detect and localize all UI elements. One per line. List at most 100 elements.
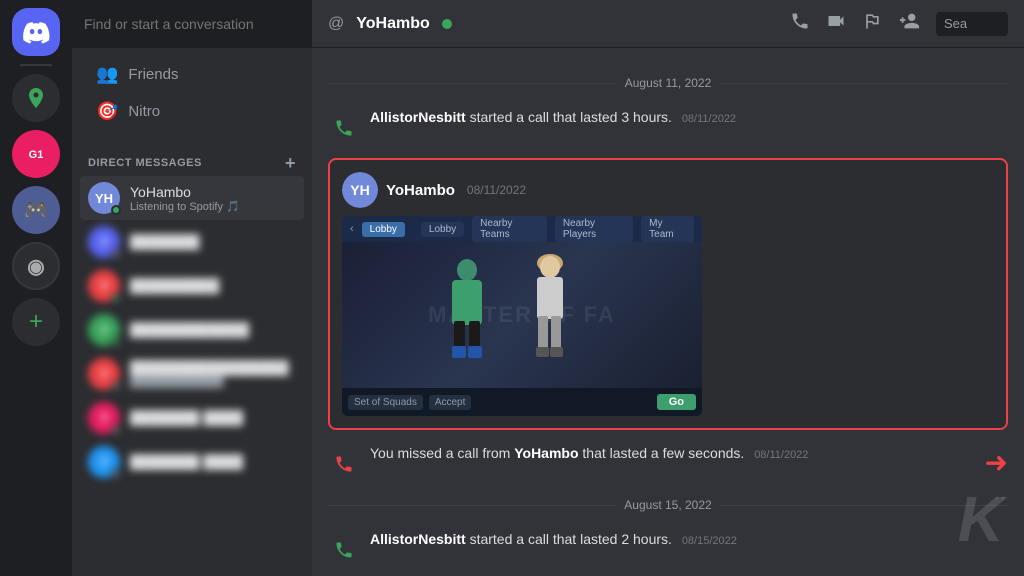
highlight-message-date: 08/11/2022 xyxy=(467,183,526,197)
friends-label: Friends xyxy=(128,66,178,83)
plus-icon: + xyxy=(29,308,43,336)
friends-icon: 👥 xyxy=(96,64,118,85)
friends-nav-item[interactable]: 👥 Friends xyxy=(80,56,304,93)
guild-avatar-3[interactable]: ◉ xyxy=(12,242,60,290)
status-dot-6 xyxy=(111,469,121,479)
call-message-2-text: AllistorNesbitt started a call that last… xyxy=(370,531,737,547)
go-button[interactable]: Go xyxy=(657,394,696,410)
search-label: Sea xyxy=(944,16,967,31)
call-icon-msg1 xyxy=(328,112,360,144)
missed-call-row: You missed a call from YoHambo that last… xyxy=(328,442,1008,482)
dm-name-blurred-2: █████████ xyxy=(130,278,296,294)
character-1 xyxy=(440,258,495,368)
header-icons: Sea xyxy=(790,10,1008,37)
call-message-1: AllistorNesbitt started a call that last… xyxy=(328,106,1008,146)
dm-list-item-blurred-2[interactable]: ? █████████ xyxy=(80,264,304,308)
call-message-1-text: AllistorNesbitt started a call that last… xyxy=(370,109,736,125)
status-dot-4 xyxy=(111,381,121,391)
my-team-tab[interactable]: My Team xyxy=(641,216,694,242)
call-sender-1: AllistorNesbitt xyxy=(370,109,466,125)
dm-name-blurred-4: ████████████████ xyxy=(130,360,296,376)
highlight-avatar: YH xyxy=(342,172,378,208)
missed-call-from: YoHambo xyxy=(514,445,578,461)
nearby-players-tab[interactable]: Nearby Players xyxy=(555,216,633,242)
call-timestamp-2: 08/15/2022 xyxy=(682,535,737,547)
icon-bar-divider xyxy=(20,64,52,66)
chat-main: @ YoHambo xyxy=(312,0,1024,576)
online-status-indicator xyxy=(442,19,452,29)
missed-call-icon xyxy=(328,448,360,480)
call-timestamp-1: 08/11/2022 xyxy=(682,113,736,125)
missed-call-text: You missed a call from YoHambo that last… xyxy=(370,445,808,461)
discord-home-button[interactable] xyxy=(12,8,60,56)
dm-name-blurred-5: ███████ ████ xyxy=(130,410,296,426)
search-box[interactable]: Sea xyxy=(936,12,1008,36)
dm-list-item-blurred-3[interactable]: ? ████████████ xyxy=(80,308,304,352)
dm-list-item-blurred-4[interactable]: ? ████████████████ ████████████ xyxy=(80,352,304,396)
game-footer-bar: Set of Squads Accept Go xyxy=(342,388,702,416)
nitro-nav-item[interactable]: 🎯 Nitro xyxy=(80,93,304,130)
avatar-blurred-5: ? xyxy=(88,402,120,434)
date-divider-aug11: August 11, 2022 xyxy=(328,76,1008,90)
highlight-message-box: YH YoHambo 08/11/2022 ‹ Lobby Lobby Near… xyxy=(328,158,1008,430)
svg-text:G1: G1 xyxy=(29,149,44,161)
search-input[interactable] xyxy=(84,16,300,32)
status-dot-1 xyxy=(111,249,121,259)
call-icon[interactable] xyxy=(790,11,810,36)
set-squads-button[interactable]: Set of Squads xyxy=(348,395,423,410)
nearby-teams-tab[interactable]: Nearby Teams xyxy=(472,216,547,242)
dm-name-blurred-3: ████████████ xyxy=(130,322,296,338)
avatar-yohambo: YH xyxy=(88,182,120,214)
guild-avatar-2[interactable]: 🎮 xyxy=(12,186,60,234)
dm-list: YH YoHambo Listening to Spotify 🎵 ? ████… xyxy=(72,176,312,576)
chat-header: @ YoHambo xyxy=(312,0,1024,48)
search-bar[interactable] xyxy=(72,0,312,48)
dm-nav: 👥 Friends 🎯 Nitro xyxy=(72,48,312,138)
accept-button[interactable]: Accept xyxy=(429,395,472,410)
at-symbol: @ xyxy=(328,15,344,33)
video-icon[interactable] xyxy=(826,11,846,36)
call-sender-2: AllistorNesbitt xyxy=(370,531,466,547)
dm-list-item-yohambo[interactable]: YH YoHambo Listening to Spotify 🎵 xyxy=(80,176,304,220)
add-server-button[interactable]: + xyxy=(12,298,60,346)
avatar-blurred-1: ? xyxy=(88,226,120,258)
dm-name-yohambo: YoHambo xyxy=(130,184,296,200)
red-arrow-indicator: ➜ xyxy=(985,446,1008,479)
call-message-1-content: AllistorNesbitt started a call that last… xyxy=(370,108,1008,128)
dm-section-label: DIRECT MESSAGES xyxy=(88,157,202,169)
pin-icon[interactable] xyxy=(862,11,882,36)
dm-list-item-blurred-1[interactable]: ? ███████ xyxy=(80,220,304,264)
date-divider-aug15: August 15, 2022 xyxy=(328,498,1008,512)
explore-button[interactable] xyxy=(12,74,60,122)
avatar-blurred-2: ? xyxy=(88,270,120,302)
highlight-sender-name: YoHambo xyxy=(386,182,455,199)
lobby-tab2[interactable]: Lobby xyxy=(421,222,464,237)
missed-call-message: You missed a call from YoHambo that last… xyxy=(328,442,977,482)
status-dot-5 xyxy=(111,425,121,435)
add-member-icon[interactable] xyxy=(898,10,920,37)
avatar-blurred-3: ? xyxy=(88,314,120,346)
dm-subtext-blurred-4: ████████████ xyxy=(130,376,296,388)
nitro-icon: 🎯 xyxy=(96,101,118,122)
status-dot-3 xyxy=(111,337,121,347)
call-icon-msg2 xyxy=(328,534,360,566)
icon-bar: G1 🎮 ◉ + xyxy=(0,0,72,576)
highlight-message-header: YH YoHambo 08/11/2022 xyxy=(342,172,994,208)
dm-list-item-blurred-6[interactable]: ? ███████ ████ xyxy=(80,440,304,484)
dm-list-item-blurred-5[interactable]: ? ███████ ████ xyxy=(80,396,304,440)
avatar-blurred-4: ? xyxy=(88,358,120,390)
guild-avatar-1[interactable]: G1 xyxy=(12,130,60,178)
game-header-bar: ‹ Lobby Lobby Nearby Teams Nearby Player… xyxy=(342,216,702,242)
back-arrow-icon: ‹ xyxy=(350,223,354,235)
game-body: MASTER OF FA xyxy=(342,242,702,388)
avatar-blurred-6: ? xyxy=(88,446,120,478)
dm-name-blurred-6: ███████ ████ xyxy=(130,454,296,470)
dm-subtext-yohambo: Listening to Spotify 🎵 xyxy=(130,200,296,213)
missed-call-content: You missed a call from YoHambo that last… xyxy=(370,444,977,464)
lobby-tab[interactable]: Lobby xyxy=(362,222,405,237)
dm-add-button[interactable]: + xyxy=(285,154,296,172)
game-screenshot: ‹ Lobby Lobby Nearby Teams Nearby Player… xyxy=(342,216,702,416)
missed-call-timestamp: 08/11/2022 xyxy=(754,449,808,461)
dm-list-info-yohambo: YoHambo Listening to Spotify 🎵 xyxy=(130,184,296,213)
dm-sidebar: 👥 Friends 🎯 Nitro DIRECT MESSAGES + YH Y… xyxy=(72,0,312,576)
